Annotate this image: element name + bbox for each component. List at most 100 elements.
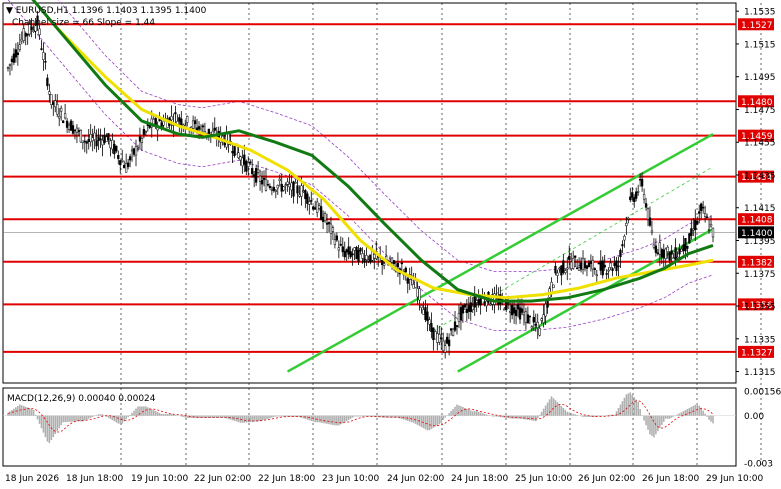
candle-body: [347, 246, 350, 255]
candle-body: [38, 28, 41, 36]
candle-body: [63, 113, 67, 119]
chart-svg: 1.15271.14801.14591.14341.14081.13821.13…: [2, 0, 781, 484]
candle-body: [566, 267, 569, 270]
candle-body: [365, 255, 368, 260]
candle-body: [245, 160, 248, 172]
candle-body: [140, 137, 144, 144]
price-axis: 1.15271.14801.14591.14341.14081.13821.13…: [736, 8, 776, 378]
candle-body: [577, 267, 581, 271]
candle-body: [662, 249, 665, 259]
candle-body: [335, 235, 339, 241]
candle-body: [272, 186, 276, 191]
candle-body: [373, 254, 376, 259]
candle-body: [132, 148, 136, 155]
candle-body: [321, 216, 325, 222]
candle-body: [593, 268, 596, 270]
candle-body: [282, 186, 285, 191]
candle-body: [467, 305, 470, 312]
candle-body: [477, 299, 480, 306]
candle-body: [451, 328, 455, 336]
candle-body: [357, 250, 360, 262]
time-axis-label: 24 Jun 18:00: [451, 474, 508, 484]
candle-body: [392, 260, 396, 265]
candle-body: [457, 313, 461, 322]
candle-body: [633, 197, 636, 203]
candle-body: [562, 260, 565, 273]
candle-body: [607, 269, 610, 272]
time-axis-label: 24 Jun 02:00: [387, 474, 444, 484]
candle-body: [22, 28, 25, 41]
candle-body: [83, 140, 86, 143]
candle-body: [703, 212, 707, 217]
candle-body: [316, 201, 319, 213]
candle-body: [702, 206, 705, 209]
candle-body: [390, 257, 394, 263]
candle-body: [239, 156, 242, 161]
candle-body: [680, 248, 683, 252]
header-symbol-line: ▼ EURUSD,H1 1.1396 1.1403 1.1395 1.1400: [6, 6, 207, 16]
candle-body: [575, 267, 579, 270]
candle-body: [67, 124, 71, 130]
time-axis-label: 23 Jun 10:00: [322, 474, 379, 484]
candle-body: [278, 178, 281, 182]
candle-body: [613, 263, 616, 266]
candle-body: [599, 260, 602, 271]
candle-body: [574, 255, 577, 258]
time-axis-label: 25 Jun 10:00: [515, 474, 572, 484]
candle-body: [396, 263, 400, 268]
candle-body: [109, 140, 112, 149]
candle-body: [617, 265, 620, 268]
candle-body: [631, 192, 634, 198]
candle-body: [570, 261, 573, 270]
candle-body: [670, 250, 673, 255]
candle-body: [420, 305, 423, 308]
candle-body: [300, 185, 303, 197]
candle-body: [123, 164, 126, 169]
candle-body: [91, 137, 94, 142]
candle-body: [323, 213, 327, 221]
candle-body: [107, 133, 110, 141]
candle-body: [660, 249, 663, 258]
candle-body: [514, 309, 518, 316]
candle-body: [253, 174, 256, 177]
candle-body: [93, 132, 96, 140]
candle-body: [180, 118, 183, 126]
candle-body: [312, 206, 315, 210]
candle-body: [73, 129, 77, 132]
candle-body: [381, 260, 384, 266]
candle-body: [296, 185, 299, 194]
level-tag-label: 1.1327: [741, 348, 773, 358]
candle-body: [353, 247, 356, 251]
candle-body: [461, 305, 465, 314]
price-tick-label: 1.1415: [744, 204, 776, 214]
candle-body: [361, 253, 364, 259]
time-axis-label: 22 Jun 02:00: [194, 474, 251, 484]
candle-body: [333, 239, 337, 245]
candle-body: [136, 148, 140, 150]
candle-body: [542, 314, 545, 323]
price-tick-label: 1.1375: [744, 270, 776, 280]
candle-body: [60, 107, 63, 112]
candle-body: [117, 154, 120, 159]
candle-body: [101, 139, 104, 146]
candle-body: [294, 182, 297, 184]
candle-body: [231, 150, 234, 154]
time-axis-label: 29 Jun 10:00: [706, 474, 763, 484]
candle-body: [692, 228, 695, 231]
candle-body: [690, 228, 693, 236]
candle-body: [434, 331, 437, 340]
candle-body: [459, 307, 463, 321]
candle-body: [314, 207, 317, 210]
candle-body: [509, 311, 512, 313]
candle-body: [274, 189, 277, 192]
candle-body: [676, 256, 679, 259]
candle-body: [652, 244, 656, 248]
candle-body: [444, 345, 447, 353]
candle-body: [538, 328, 541, 336]
candle-body: [711, 227, 715, 238]
candle-body: [343, 251, 346, 258]
time-axis-label: 19 Jun 10:00: [131, 474, 188, 484]
candle-body: [705, 216, 709, 219]
candle-body: [256, 169, 260, 173]
candle-body: [522, 311, 526, 316]
